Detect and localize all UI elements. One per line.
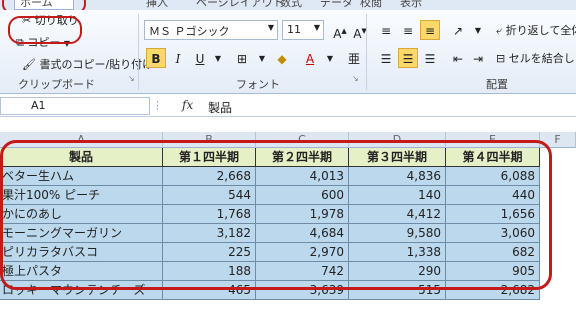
align-right-icon[interactable]: ☰ bbox=[420, 48, 440, 68]
divider bbox=[366, 14, 367, 90]
orientation-icon[interactable]: ↗ bbox=[448, 20, 468, 40]
chevron-down-icon[interactable]: ▼ bbox=[252, 48, 272, 68]
chevron-down-icon[interactable]: ▼ bbox=[208, 48, 228, 68]
tab-review[interactable]: 校閲 bbox=[360, 0, 382, 10]
name-box-value: A1 bbox=[31, 99, 46, 112]
brush-icon: 🖌 bbox=[22, 58, 36, 71]
font-color-icon[interactable]: A bbox=[300, 48, 320, 68]
clipboard-launcher-icon[interactable]: ↘ bbox=[128, 74, 135, 83]
chevron-down-icon[interactable]: ▼ bbox=[468, 20, 488, 40]
borders-icon[interactable]: ⊞ bbox=[232, 48, 252, 68]
font-size-value: 11 bbox=[287, 23, 301, 36]
align-bottom-icon[interactable]: ≡ bbox=[420, 20, 440, 40]
tab-data[interactable]: データ bbox=[320, 0, 353, 10]
wrap-text-button[interactable]: ⤶ 折り返して全体 bbox=[496, 22, 576, 38]
chevron-down-icon: ▼ bbox=[313, 23, 320, 32]
annotation-highlight-table bbox=[0, 140, 552, 290]
align-middle-icon[interactable]: ≡ bbox=[398, 20, 418, 40]
format-painter-label: 書式のコピー/貼り付け bbox=[39, 58, 154, 71]
decrease-font-icon[interactable]: A▼ bbox=[350, 20, 370, 41]
wrap-text-label: 折り返して全体 bbox=[505, 24, 576, 37]
merge-center-button[interactable]: ⊟ セルを結合し bbox=[496, 50, 575, 66]
phonetic-icon[interactable]: 亜 bbox=[344, 48, 364, 68]
alignment-group-label: 配置 bbox=[486, 78, 508, 91]
formula-content[interactable]: 製品 bbox=[208, 99, 232, 116]
increase-indent-icon[interactable]: ⇥ bbox=[468, 48, 488, 68]
annotation-highlight-copy-button bbox=[8, 16, 82, 44]
chevron-down-icon[interactable]: ▼ bbox=[320, 48, 340, 68]
wrap-text-icon: ⤶ bbox=[496, 24, 503, 37]
bold-button[interactable]: B bbox=[146, 48, 166, 68]
formula-bar-dots: ⋮ bbox=[152, 99, 163, 112]
ribbon: ✂ 切り取り ⧉ コピー ▼ 🖌 書式のコピー/貼り付け クリップボード ↘ Ｍ… bbox=[0, 10, 576, 94]
font-group-label: フォント bbox=[236, 78, 280, 91]
align-left-icon[interactable]: ☰ bbox=[376, 48, 396, 68]
tab-formulas[interactable]: 数式 bbox=[280, 0, 302, 10]
tab-page-layout[interactable]: ページレイアウト bbox=[196, 0, 284, 10]
divider bbox=[138, 14, 139, 90]
font-name-select[interactable]: ＭＳ Ｐゴシック ▼ bbox=[144, 20, 278, 40]
merge-label: セルを結合し bbox=[508, 52, 575, 65]
fx-icon[interactable]: fx bbox=[182, 98, 193, 112]
font-name-value: ＭＳ Ｐゴシック bbox=[149, 25, 230, 38]
tab-insert[interactable]: 挿入 bbox=[146, 0, 168, 10]
tab-view[interactable]: 表示 bbox=[400, 0, 422, 10]
name-box[interactable]: A1 bbox=[0, 97, 150, 115]
font-launcher-icon[interactable]: ↘ bbox=[352, 74, 359, 83]
underline-button[interactable]: U bbox=[190, 48, 210, 68]
font-size-select[interactable]: 11 ▼ bbox=[282, 20, 324, 40]
formula-bar: A1 ⋮ fx 製品 bbox=[0, 95, 576, 117]
italic-button[interactable]: I bbox=[168, 48, 188, 68]
chevron-down-icon: ▼ bbox=[267, 23, 274, 32]
decrease-indent-icon[interactable]: ⇤ bbox=[448, 48, 468, 68]
merge-icon: ⊟ bbox=[496, 52, 506, 65]
ribbon-tab-strip: ホーム 挿入 ページレイアウト 数式 データ 校閲 表示 bbox=[0, 0, 576, 10]
grid-gap bbox=[0, 118, 576, 132]
increase-font-icon[interactable]: A▲ bbox=[330, 20, 350, 41]
align-top-icon[interactable]: ≡ bbox=[376, 20, 396, 40]
clipboard-group-label: クリップボード bbox=[18, 78, 95, 91]
fill-color-icon[interactable]: ◆ bbox=[272, 48, 292, 68]
align-center-icon[interactable]: ☰ bbox=[398, 48, 418, 68]
format-painter-button[interactable]: 🖌 書式のコピー/貼り付け bbox=[22, 56, 153, 72]
